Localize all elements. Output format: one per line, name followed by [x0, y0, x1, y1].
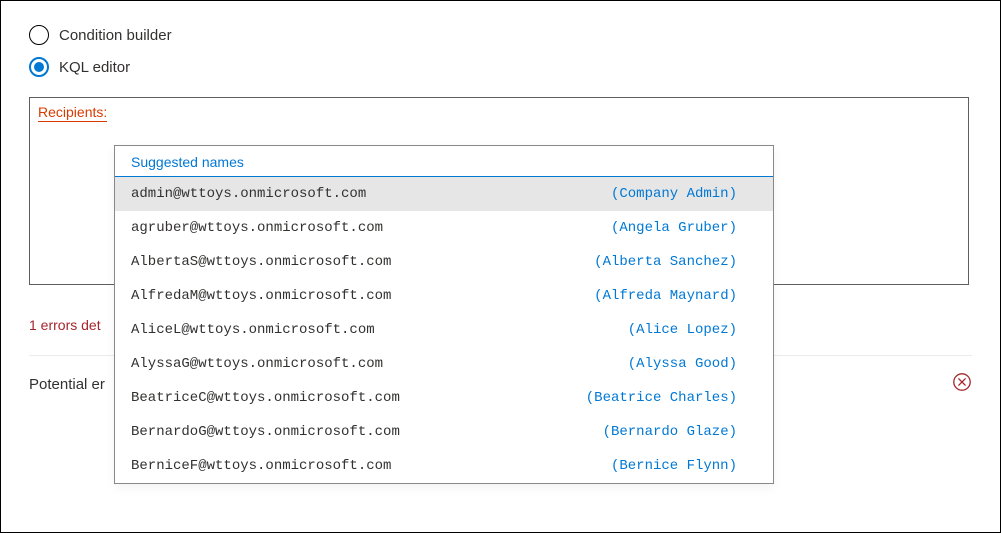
suggestion-item[interactable]: AlfredaM@wttoys.onmicrosoft.com (Alfreda …: [115, 279, 773, 313]
suggestion-item[interactable]: BeatriceC@wttoys.onmicrosoft.com (Beatric…: [115, 381, 773, 415]
suggestion-email: BernardoG@wttoys.onmicrosoft.com: [131, 424, 400, 440]
suggestion-item[interactable]: BernardoG@wttoys.onmicrosoft.com (Bernard…: [115, 415, 773, 449]
radio-kql-editor[interactable]: KQL editor: [29, 57, 972, 77]
suggestion-item[interactable]: admin@wttoys.onmicrosoft.com (Company Adm…: [115, 177, 773, 211]
kql-keyword-recipients: Recipients:: [38, 104, 107, 122]
suggestion-email: AlbertaS@wttoys.onmicrosoft.com: [131, 254, 391, 270]
suggestion-item[interactable]: AliceL@wttoys.onmicrosoft.com (Alice Lope…: [115, 313, 773, 347]
potential-errors-label: Potential er: [29, 376, 105, 393]
suggestion-display-name: (Angela Gruber): [571, 220, 757, 236]
suggestion-display-name: (Alberta Sanchez): [554, 254, 757, 270]
suggestion-item[interactable]: AlyssaG@wttoys.onmicrosoft.com (Alyssa Go…: [115, 347, 773, 381]
radio-icon: [29, 25, 49, 45]
suggestion-display-name: (Beatrice Charles): [546, 390, 757, 406]
suggestion-display-name: (Alfreda Maynard): [554, 288, 757, 304]
editor-mode-radio-group: Condition builder KQL editor: [29, 25, 972, 77]
suggestions-header: Suggested names: [115, 146, 773, 177]
suggestion-display-name: (Bernice Flynn): [571, 458, 757, 474]
suggestion-display-name: (Company Admin): [571, 186, 757, 202]
suggestion-email: AlfredaM@wttoys.onmicrosoft.com: [131, 288, 391, 304]
suggestion-email: BerniceF@wttoys.onmicrosoft.com: [131, 458, 391, 474]
radio-icon: [29, 57, 49, 77]
suggestions-list: admin@wttoys.onmicrosoft.com (Company Adm…: [115, 177, 773, 483]
suggestion-email: BeatriceC@wttoys.onmicrosoft.com: [131, 390, 400, 406]
suggestion-display-name: (Bernardo Glaze): [563, 424, 757, 440]
suggestion-item[interactable]: BerniceF@wttoys.onmicrosoft.com (Bernice …: [115, 449, 773, 483]
suggestion-email: agruber@wttoys.onmicrosoft.com: [131, 220, 383, 236]
close-icon[interactable]: [952, 372, 972, 396]
suggestion-display-name: (Alice Lopez): [588, 322, 757, 338]
suggestion-email: AliceL@wttoys.onmicrosoft.com: [131, 322, 375, 338]
radio-label: Condition builder: [59, 27, 172, 44]
suggestion-email: admin@wttoys.onmicrosoft.com: [131, 186, 366, 202]
suggestion-item[interactable]: AlbertaS@wttoys.onmicrosoft.com (Alberta …: [115, 245, 773, 279]
suggestion-email: AlyssaG@wttoys.onmicrosoft.com: [131, 356, 383, 372]
radio-condition-builder[interactable]: Condition builder: [29, 25, 972, 45]
suggestion-item[interactable]: agruber@wttoys.onmicrosoft.com (Angela Gr…: [115, 211, 773, 245]
autocomplete-suggestions-panel: Suggested names admin@wttoys.onmicrosoft…: [114, 145, 774, 484]
suggestion-display-name: (Alyssa Good): [588, 356, 757, 372]
radio-label: KQL editor: [59, 59, 130, 76]
